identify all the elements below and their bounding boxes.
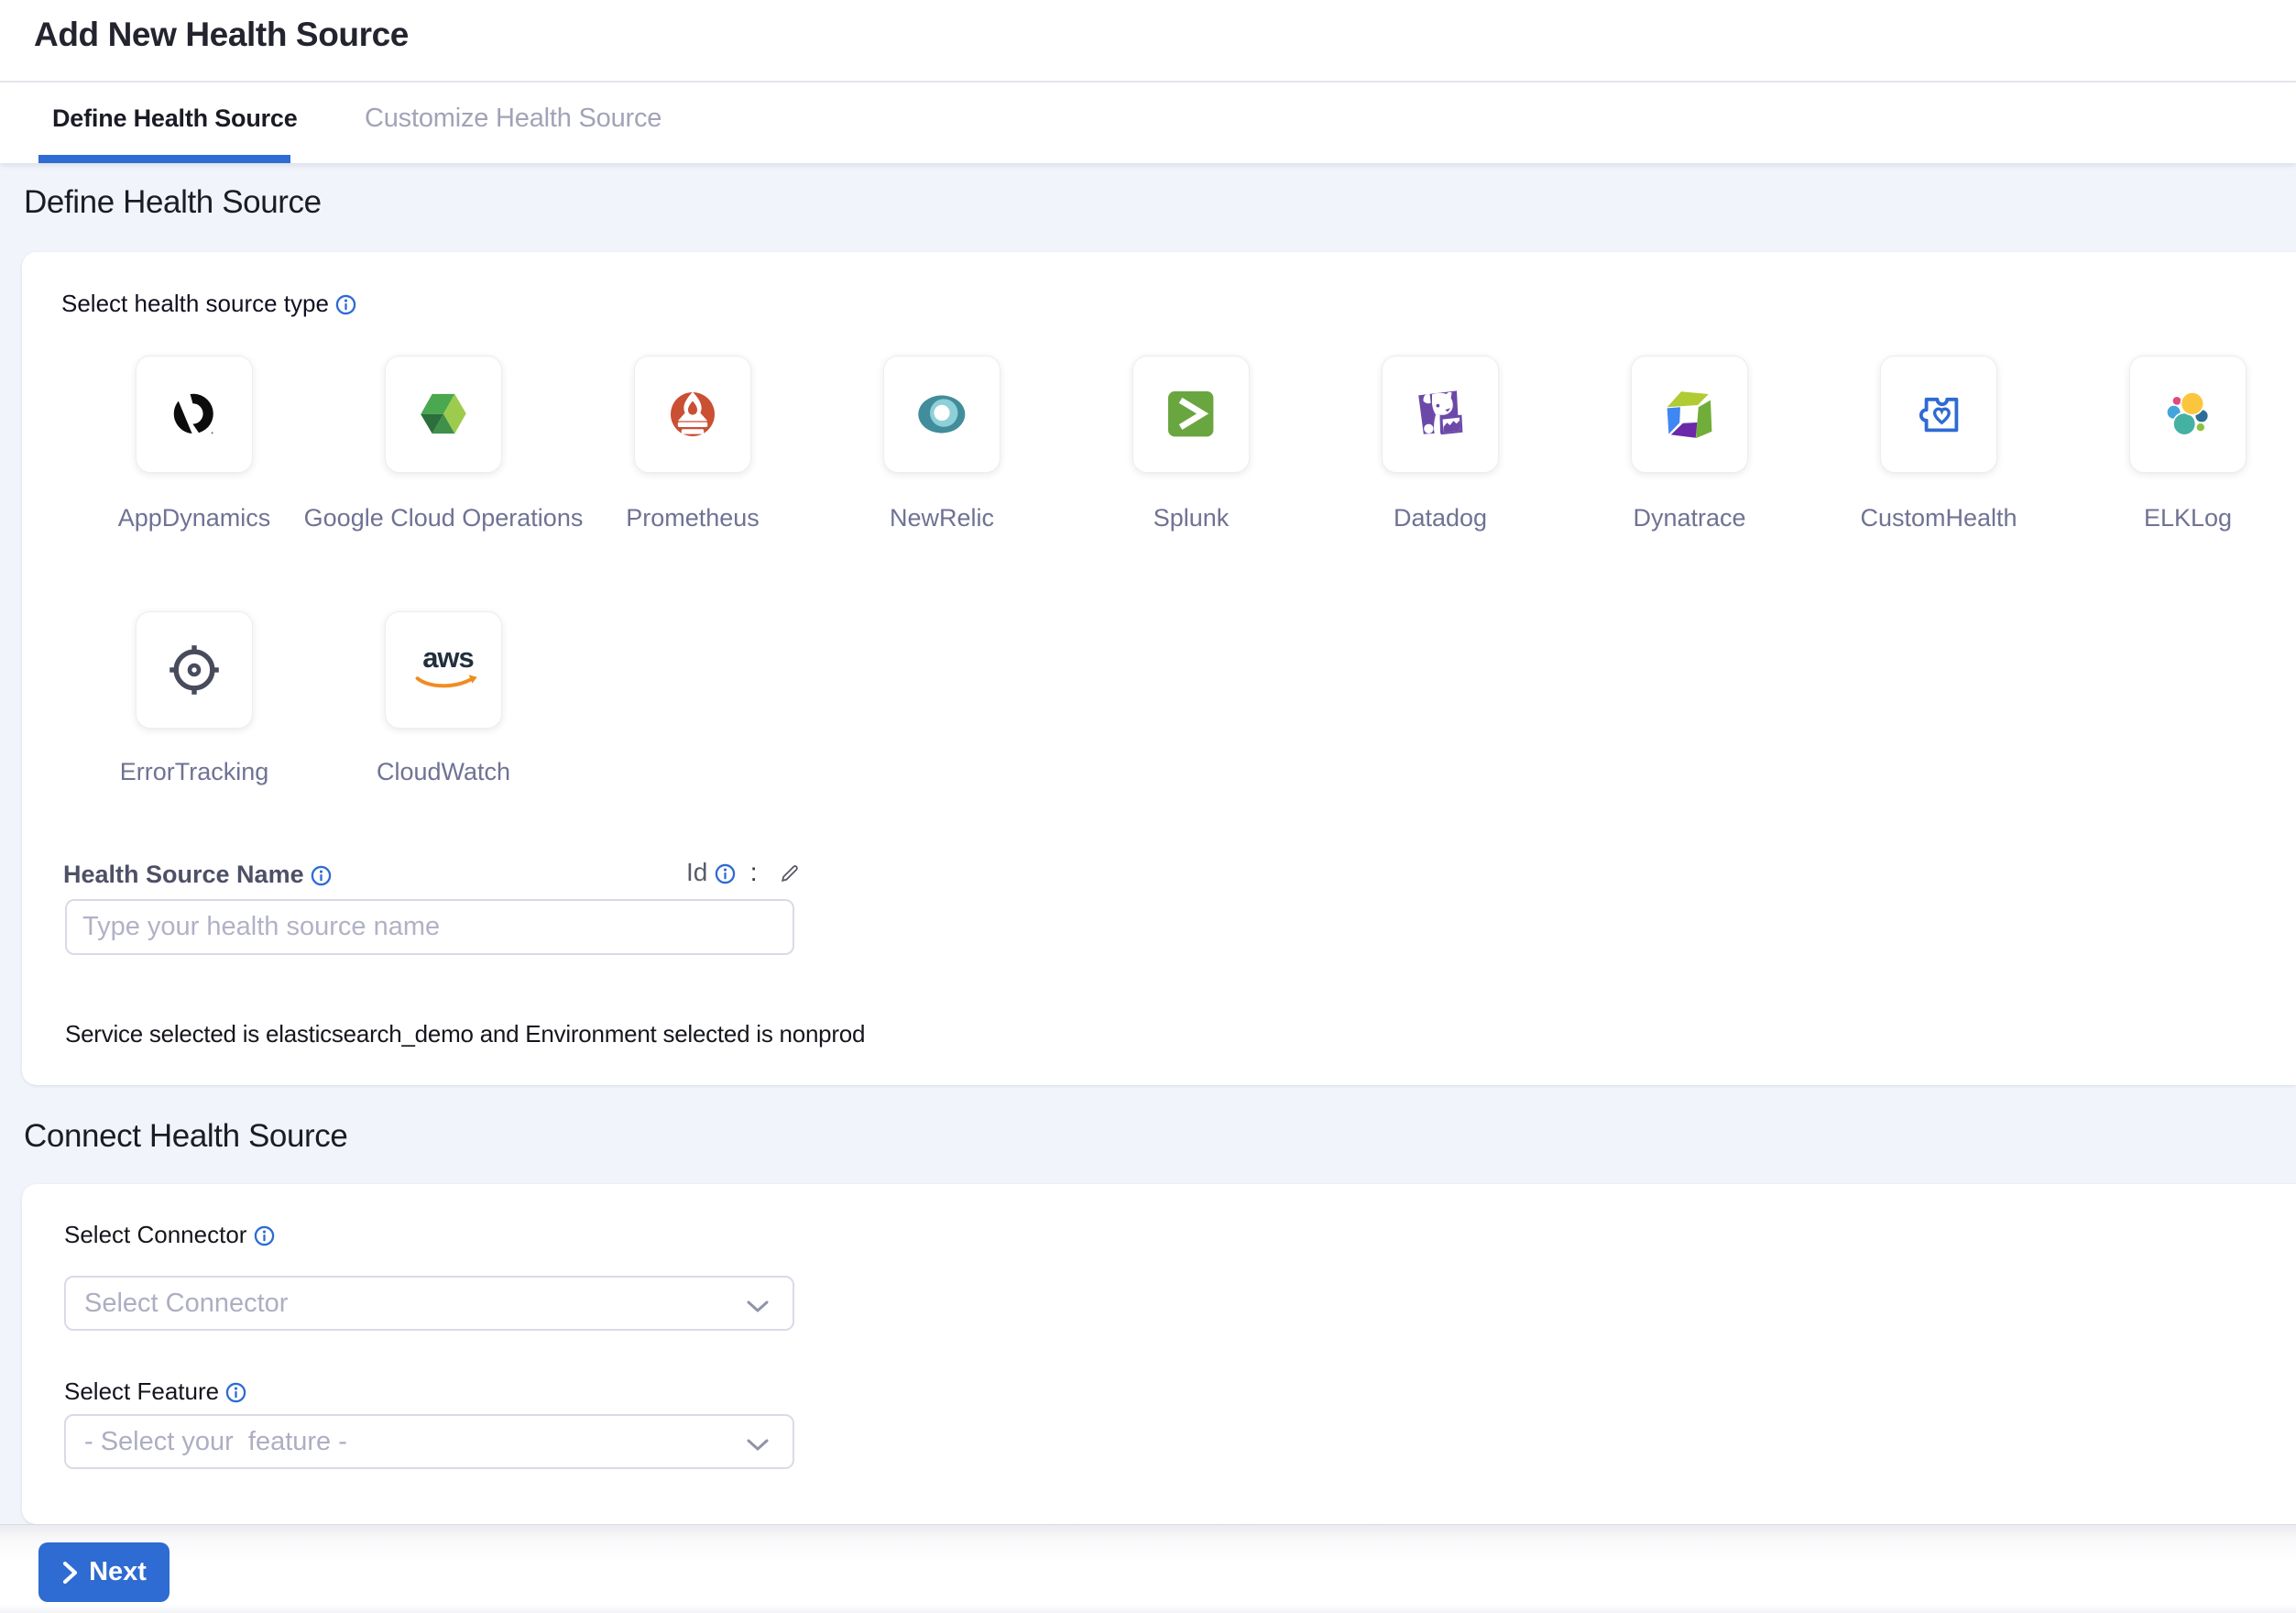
svg-text:aws: aws — [422, 642, 474, 674]
